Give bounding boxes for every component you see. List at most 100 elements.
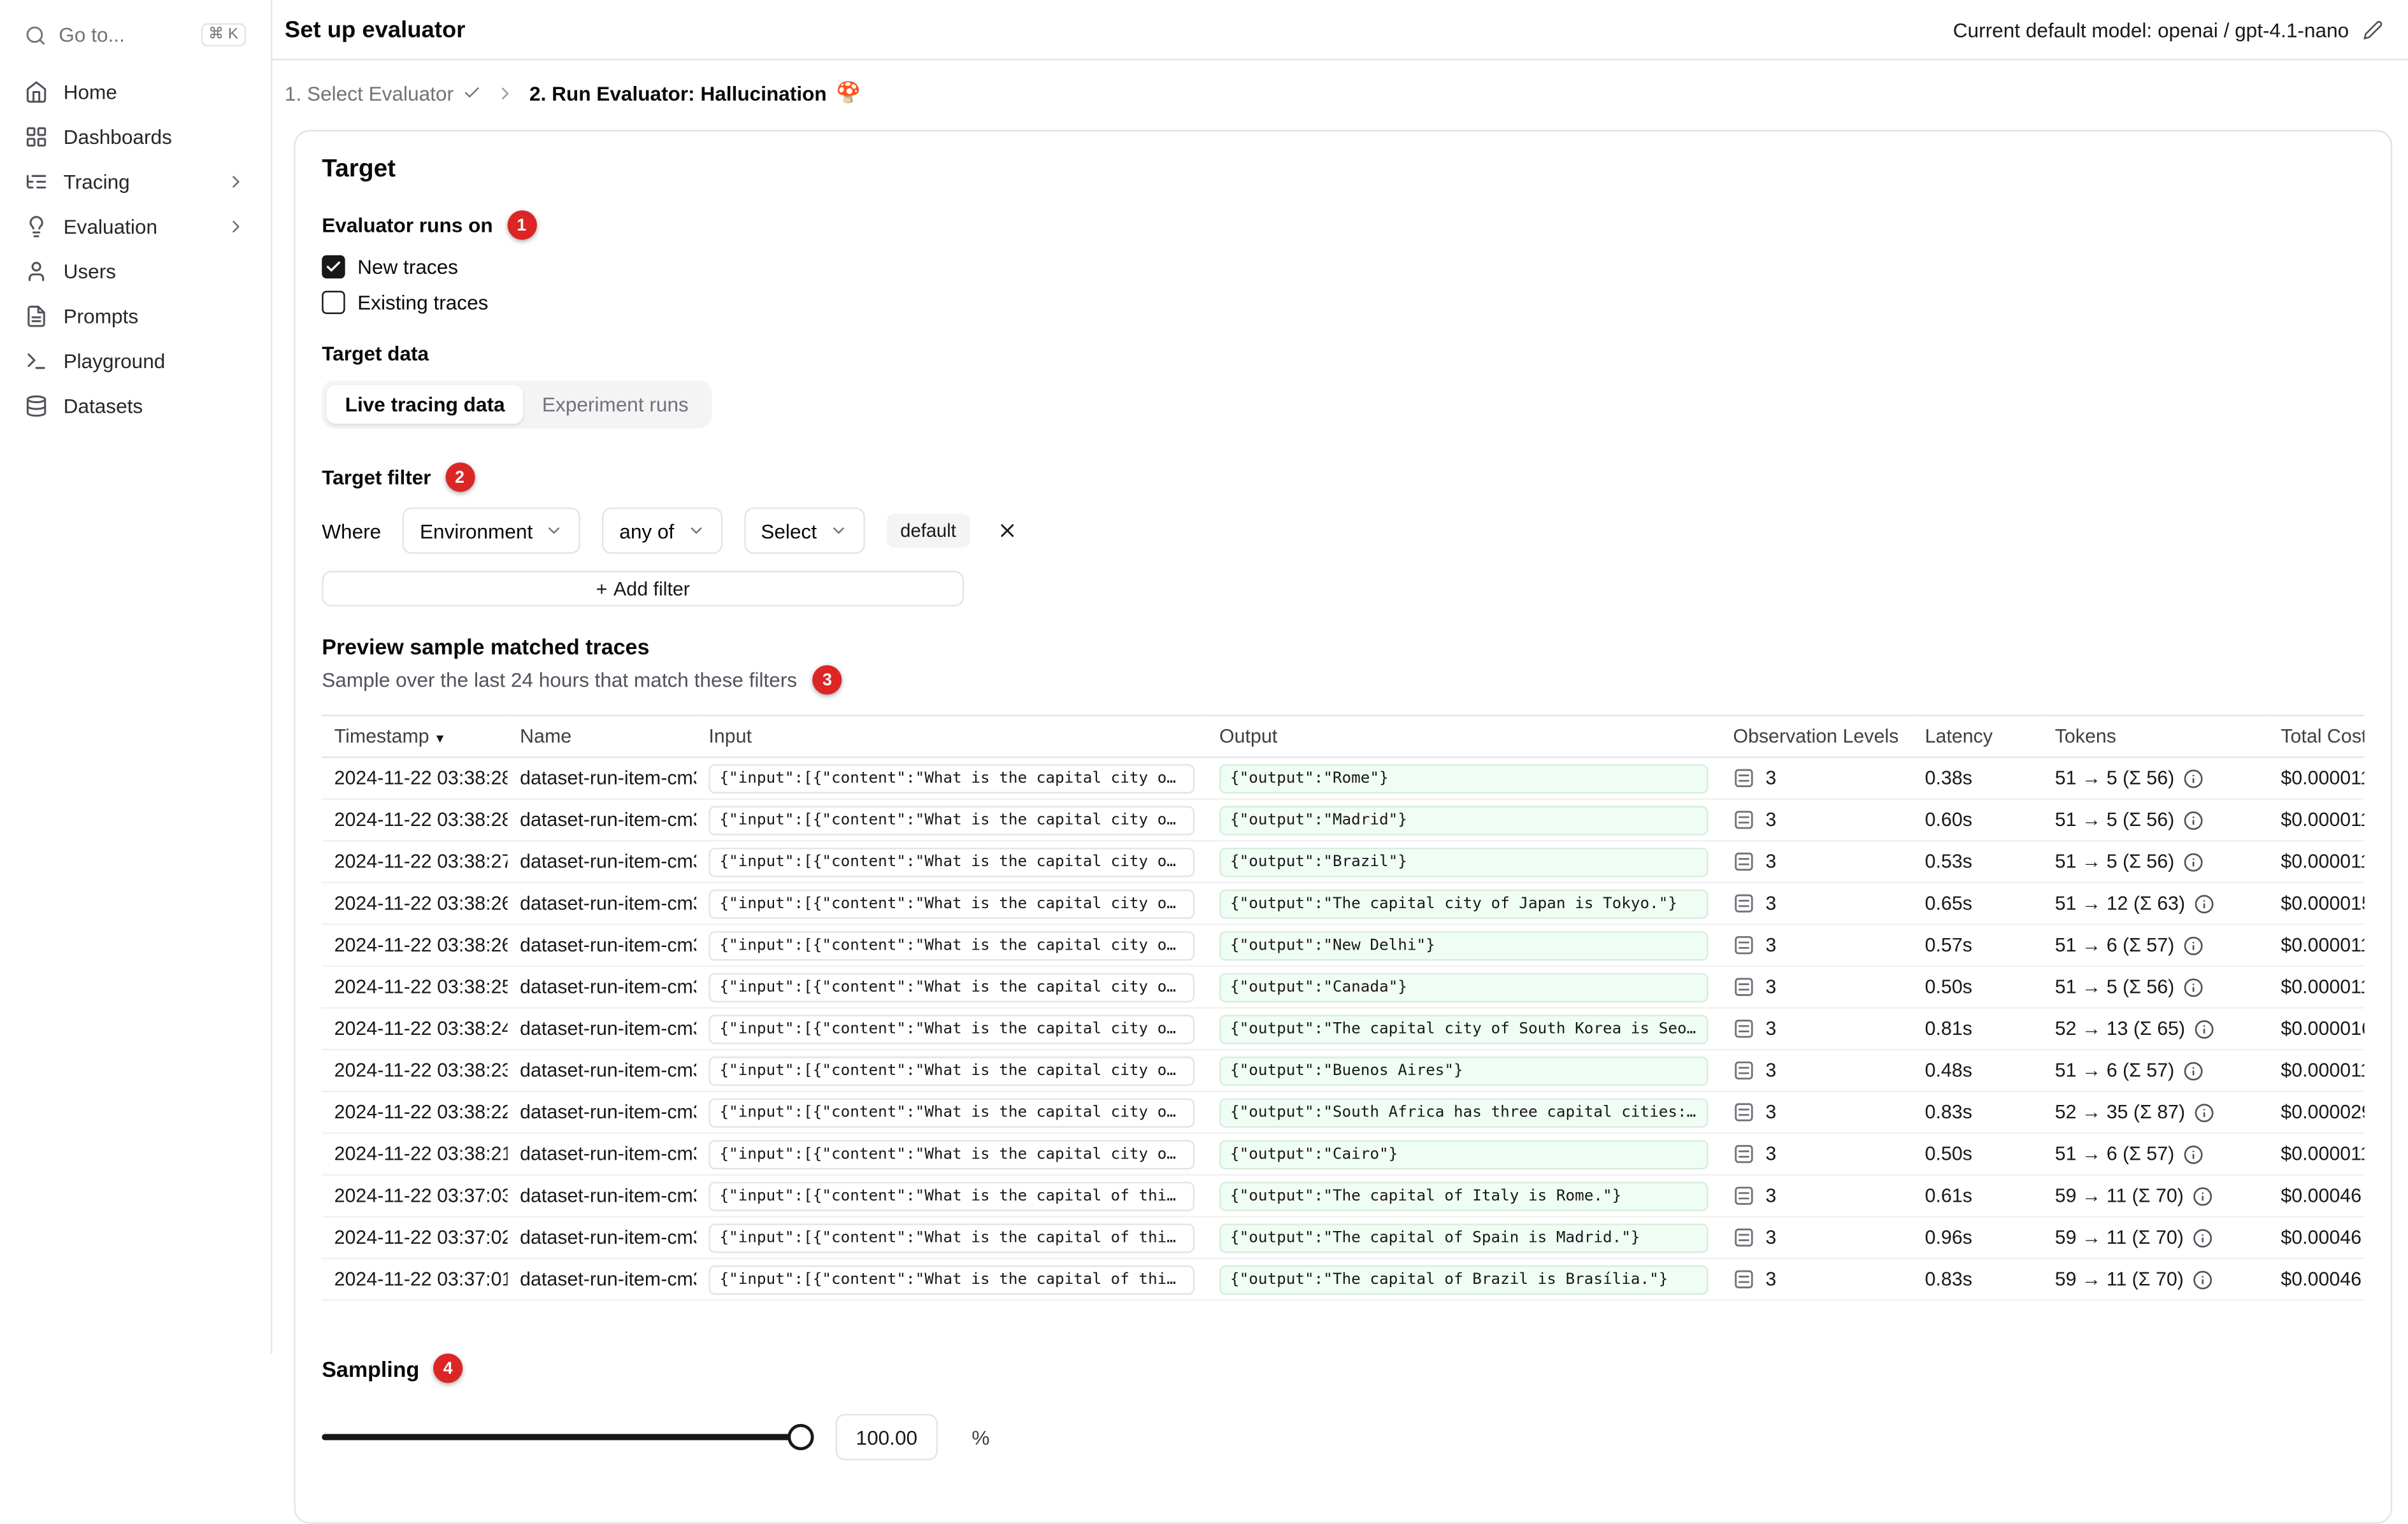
check-icon — [463, 83, 482, 102]
filter-operator-select[interactable]: any of — [602, 507, 722, 554]
cell-cost-text: $0.000011 — [2281, 976, 2365, 998]
cell-output-box: {"output":"South Africa has three capita… — [1219, 1097, 1709, 1127]
cell-observation-count: 3 — [1765, 767, 1777, 789]
col-header-name[interactable]: Name — [507, 715, 697, 758]
cell-timestamp: 2024-11-22 03:37:02 — [334, 1227, 508, 1249]
cell-latency: 0.50s — [1924, 976, 1972, 998]
cell-output-box: {"output":"The capital city of Japan is … — [1219, 888, 1709, 918]
datasets-icon — [25, 394, 48, 417]
home-icon — [25, 80, 48, 103]
filter-row: Where Environment any of Select default — [322, 507, 2364, 554]
tokens-info-icon[interactable] — [2184, 810, 2204, 830]
tokens-info-icon[interactable] — [2193, 1227, 2213, 1248]
sampling-slider[interactable] — [322, 1423, 814, 1451]
annotation-badge-3: 3 — [812, 665, 842, 695]
traces-table-body: 2024-11-22 03:38:28 dataset-run-item-cm3… — [322, 757, 2365, 1301]
cell-timestamp: 2024-11-22 03:38:23 — [334, 1059, 508, 1081]
table-row[interactable]: 2024-11-22 03:38:26 dataset-run-item-cm3… — [322, 882, 2365, 925]
sampling-percentage-input[interactable] — [835, 1414, 938, 1460]
cell-observation-count: 3 — [1765, 1227, 1777, 1249]
tokens-info-icon[interactable] — [2193, 1186, 2213, 1206]
page-title: Set up evaluator — [284, 16, 466, 43]
evaluation-icon — [25, 215, 48, 238]
sidebar-item-prompts[interactable]: Prompts — [12, 294, 258, 339]
table-row[interactable]: 2024-11-22 03:37:02 dataset-run-item-cm3… — [322, 1216, 2365, 1260]
existing-traces-label: Existing traces — [357, 290, 489, 315]
filter-value-select[interactable]: Select — [743, 507, 865, 554]
table-row[interactable]: 2024-11-22 03:38:26 dataset-run-item-cm3… — [322, 924, 2365, 967]
edit-pencil-icon[interactable] — [2363, 19, 2383, 39]
tokens-info-icon[interactable] — [2184, 1060, 2204, 1081]
col-header-tokens[interactable]: Tokens — [2042, 715, 2268, 758]
cell-input-box: {"input":[{"content":"What is the capita… — [708, 1223, 1195, 1253]
new-traces-checkbox[interactable] — [322, 255, 345, 279]
table-row[interactable]: 2024-11-22 03:37:01 dataset-run-item-cm3… — [322, 1258, 2365, 1301]
cell-tokens-text: 51 → 6 (Σ 57) — [2054, 1059, 2175, 1081]
tokens-info-icon[interactable] — [2184, 935, 2204, 955]
tab-live-tracing-data[interactable]: Live tracing data — [326, 385, 524, 424]
step2-label: 2. Run Evaluator: Hallucination — [529, 81, 827, 104]
cell-observation-count: 3 — [1765, 1059, 1777, 1081]
col-header-total-cost[interactable]: Total Cost — [2268, 715, 2365, 758]
existing-traces-checkbox[interactable] — [322, 290, 345, 315]
cell-observation-count: 3 — [1765, 809, 1777, 831]
table-row[interactable]: 2024-11-22 03:38:27 dataset-run-item-cm3… — [322, 841, 2365, 883]
cell-output-box: {"output":"The capital of Italy is Rome.… — [1219, 1181, 1709, 1211]
tokens-info-icon[interactable] — [2193, 1269, 2213, 1290]
col-header-output[interactable]: Output — [1207, 715, 1721, 758]
cell-input-box: {"input":[{"content":"What is the capita… — [708, 805, 1195, 835]
cell-input-box: {"input":[{"content":"What is the capita… — [708, 763, 1195, 793]
sidebar-item-playground[interactable]: Playground — [12, 339, 258, 383]
sidebar-item-dashboards[interactable]: Dashboards — [12, 115, 258, 159]
observation-levels-icon — [1733, 767, 1754, 789]
add-filter-button[interactable]: + Add filter — [322, 571, 964, 607]
col-header-observation-levels[interactable]: Observation Levels — [1721, 715, 1913, 758]
goto-search[interactable]: Go to... ⌘ K — [12, 15, 258, 54]
table-row[interactable]: 2024-11-22 03:38:24 dataset-run-item-cm3… — [322, 1008, 2365, 1051]
table-row[interactable]: 2024-11-22 03:38:23 dataset-run-item-cm3… — [322, 1050, 2365, 1092]
col-header-latency[interactable]: Latency — [1912, 715, 2043, 758]
table-row[interactable]: 2024-11-22 03:38:21 dataset-run-item-cm3… — [322, 1133, 2365, 1176]
table-row[interactable]: 2024-11-22 03:38:25 dataset-run-item-cm3… — [322, 965, 2365, 1009]
cell-tokens-text: 59 → 11 (Σ 70) — [2054, 1185, 2184, 1207]
sort-desc-icon: ▼ — [433, 731, 447, 746]
cell-observation-count: 3 — [1765, 1018, 1777, 1040]
table-row[interactable]: 2024-11-22 03:38:22 dataset-run-item-cm3… — [322, 1091, 2365, 1134]
cell-tokens-text: 51 → 6 (Σ 57) — [2054, 1143, 2175, 1165]
tokens-info-icon[interactable] — [2184, 1144, 2204, 1164]
table-row[interactable]: 2024-11-22 03:38:28 dataset-run-item-cm3… — [322, 799, 2365, 842]
col-header-timestamp[interactable]: Timestamp ▼ — [322, 715, 508, 758]
tab-experiment-runs[interactable]: Experiment runs — [524, 385, 707, 424]
tokens-info-icon[interactable] — [2184, 851, 2204, 872]
tokens-info-icon[interactable] — [2184, 977, 2204, 997]
tokens-info-icon[interactable] — [2195, 1018, 2215, 1039]
col-header-input[interactable]: Input — [696, 715, 1207, 758]
sidebar-item-users[interactable]: Users — [12, 249, 258, 294]
new-traces-checkbox-row[interactable]: New traces — [322, 255, 2364, 279]
filter-value-chip[interactable]: default — [886, 513, 970, 548]
cell-cost-text: $0.00046 — [2281, 1185, 2361, 1207]
sidebar-item-evaluation[interactable]: Evaluation — [12, 204, 258, 249]
cell-tokens-text: 51 → 12 (Σ 63) — [2054, 892, 2186, 915]
sampling-slider-thumb[interactable] — [787, 1423, 814, 1451]
filter-column-select[interactable]: Environment — [403, 507, 581, 554]
breadcrumb-step-select-evaluator[interactable]: 1. Select Evaluator — [285, 82, 482, 104]
goto-label: Go to... — [59, 23, 125, 46]
tokens-info-icon[interactable] — [2195, 1102, 2215, 1123]
sidebar-item-label: Tracing — [63, 170, 130, 194]
cell-latency: 0.50s — [1924, 1143, 1972, 1165]
cell-cost-text: $0.000016 — [2281, 1018, 2365, 1040]
cell-input-box: {"input":[{"content":"What is the capita… — [708, 1139, 1195, 1169]
sidebar-item-home[interactable]: Home — [12, 69, 258, 114]
chevron-down-icon — [829, 522, 848, 540]
sidebar-item-datasets[interactable]: Datasets — [12, 383, 258, 428]
tokens-info-icon[interactable] — [2195, 894, 2215, 914]
sidebar-item-tracing[interactable]: Tracing — [12, 159, 258, 204]
sidebar-item-label: Prompts — [63, 304, 139, 328]
tokens-info-icon[interactable] — [2184, 768, 2204, 788]
table-row[interactable]: 2024-11-22 03:37:03 dataset-run-item-cm3… — [322, 1174, 2365, 1218]
remove-filter-button[interactable] — [992, 515, 1023, 546]
existing-traces-checkbox-row[interactable]: Existing traces — [322, 290, 2364, 315]
cell-cost-text: $0.000011 — [2281, 767, 2365, 789]
table-row[interactable]: 2024-11-22 03:38:28 dataset-run-item-cm3… — [322, 757, 2365, 800]
